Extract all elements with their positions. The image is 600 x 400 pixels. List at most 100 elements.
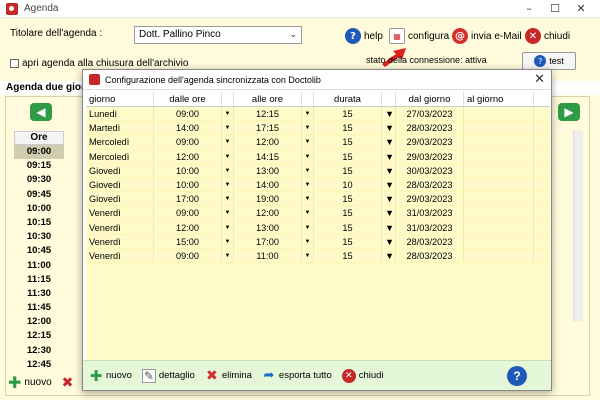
table-row[interactable]: Venerdì 09:00 ▼ 11:00 ▼ 15 ▼ 28/03/2023 — [86, 248, 550, 264]
dropdown-arrow-icon[interactable]: ▼ — [382, 135, 396, 149]
cell-duration[interactable]: 10 — [314, 177, 382, 192]
cell-duration[interactable]: 15 — [314, 220, 382, 234]
cell-from[interactable]: 15:00 — [154, 234, 222, 248]
cell-from-day[interactable]: 30/03/2023 — [396, 163, 464, 177]
dropdown-arrow-icon[interactable]: ▼ — [222, 163, 234, 177]
dropdown-arrow-icon[interactable]: ▼ — [222, 121, 234, 135]
dialog-chiudi-button[interactable]: ✕ chiudi — [341, 368, 384, 383]
hour-row[interactable]: 12:00 — [14, 315, 64, 329]
test-button[interactable]: ? test — [522, 52, 576, 70]
table-row[interactable]: Mercoledì 12:00 ▼ 14:15 ▼ 15 ▼ 29/03/2023 — [86, 149, 550, 164]
dropdown-arrow-icon[interactable]: ▼ — [302, 107, 314, 121]
cell-from-day[interactable]: 29/03/2023 — [396, 192, 464, 206]
dropdown-arrow-icon[interactable]: ▼ — [382, 121, 396, 135]
table-row[interactable]: Lunedì 09:00 ▼ 12:15 ▼ 15 ▼ 27/03/2023 — [86, 107, 550, 122]
next-day-button[interactable]: ▶ — [558, 103, 580, 121]
agenda-new-button[interactable]: ✚ nuovo ✖ — [8, 373, 73, 392]
cell-day[interactable]: Mercoledì — [86, 149, 154, 163]
hour-row[interactable]: 09:45 — [14, 188, 64, 202]
dropdown-arrow-icon[interactable]: ▼ — [302, 192, 314, 206]
cell-duration[interactable]: 15 — [314, 234, 382, 248]
dropdown-arrow-icon[interactable]: ▼ — [302, 234, 314, 248]
column-header-to-day[interactable]: al giorno — [464, 92, 534, 106]
hour-row[interactable]: 10:00 — [14, 202, 64, 216]
cell-from[interactable]: 12:00 — [154, 220, 222, 234]
dialog-close-button[interactable]: ✕ — [534, 72, 545, 87]
cell-duration[interactable]: 15 — [314, 163, 382, 177]
cell-from-day[interactable]: 29/03/2023 — [396, 149, 464, 163]
cell-duration[interactable]: 15 — [314, 107, 382, 121]
table-row[interactable]: Giovedì 10:00 ▼ 13:00 ▼ 15 ▼ 30/03/2023 — [86, 163, 550, 178]
cell-day[interactable]: Giovedì — [86, 192, 154, 206]
column-header-duration[interactable]: durata — [314, 92, 382, 106]
cell-from-day[interactable]: 28/03/2023 — [396, 234, 464, 248]
table-row[interactable]: Giovedì 17:00 ▼ 19:00 ▼ 15 ▼ 29/03/2023 — [86, 192, 550, 207]
hour-row[interactable]: 11:15 — [14, 273, 64, 287]
cell-from[interactable]: 10:00 — [154, 163, 222, 177]
dropdown-arrow-icon[interactable]: ▼ — [302, 248, 314, 263]
hour-row[interactable]: 09:00 — [14, 145, 64, 160]
delete-button[interactable]: ✖ elimina — [205, 368, 252, 384]
hour-row[interactable]: 10:15 — [14, 216, 64, 230]
cell-from[interactable]: 09:00 — [154, 248, 222, 263]
hour-row[interactable]: 12:30 — [14, 344, 64, 358]
dropdown-arrow-icon[interactable]: ▼ — [382, 234, 396, 248]
cell-to-day[interactable] — [464, 192, 534, 206]
cell-to-day[interactable] — [464, 248, 534, 263]
dropdown-arrow-icon[interactable]: ▼ — [222, 177, 234, 192]
cell-from-day[interactable]: 31/03/2023 — [396, 220, 464, 234]
dropdown-arrow-icon[interactable]: ▼ — [222, 149, 234, 163]
dropdown-arrow-icon[interactable]: ▼ — [222, 107, 234, 121]
cell-from-day[interactable]: 28/03/2023 — [396, 121, 464, 135]
dropdown-arrow-icon[interactable]: ▼ — [222, 135, 234, 149]
cell-from[interactable]: 12:00 — [154, 149, 222, 163]
hour-row[interactable]: 09:30 — [14, 173, 64, 187]
maximize-button[interactable]: ☐ — [542, 0, 568, 18]
hour-row[interactable]: 10:30 — [14, 230, 64, 244]
cell-to[interactable]: 12:15 — [234, 107, 302, 121]
dropdown-arrow-icon[interactable]: ▼ — [382, 149, 396, 163]
help-button[interactable]: ? help — [345, 26, 383, 46]
dropdown-arrow-icon[interactable]: ▼ — [382, 220, 396, 234]
cell-duration[interactable]: 15 — [314, 149, 382, 163]
column-header-day[interactable]: giorno — [86, 92, 154, 106]
cell-to-day[interactable] — [464, 206, 534, 220]
cell-day[interactable]: Venerdì — [86, 206, 154, 220]
cell-from-day[interactable]: 31/03/2023 — [396, 206, 464, 220]
cell-to[interactable]: 14:15 — [234, 149, 302, 163]
hour-row[interactable]: 11:00 — [14, 259, 64, 273]
cell-duration[interactable]: 15 — [314, 135, 382, 149]
cell-to-day[interactable] — [464, 177, 534, 192]
dropdown-arrow-icon[interactable]: ▼ — [222, 248, 234, 263]
cell-to-day[interactable] — [464, 149, 534, 163]
dropdown-arrow-icon[interactable]: ▼ — [382, 107, 396, 121]
detail-button[interactable]: ✎ dettaglio — [141, 368, 195, 383]
cell-day[interactable]: Venerdì — [86, 248, 154, 263]
cell-from[interactable]: 09:00 — [154, 206, 222, 220]
dropdown-arrow-icon[interactable]: ▼ — [302, 163, 314, 177]
chiudi-button[interactable]: ✕ chiudi — [525, 26, 570, 46]
hour-row[interactable]: 10:45 — [14, 244, 64, 258]
column-header-to[interactable]: alle ore — [234, 92, 302, 106]
hour-row[interactable]: 11:45 — [14, 301, 64, 315]
cell-day[interactable]: Venerdì — [86, 220, 154, 234]
column-header-from[interactable]: dalle ore — [154, 92, 222, 106]
send-email-button[interactable]: @ invia e-Mail — [452, 26, 522, 46]
cell-duration[interactable]: 15 — [314, 192, 382, 206]
table-row[interactable]: Venerdì 12:00 ▼ 13:00 ▼ 15 ▼ 31/03/2023 — [86, 220, 550, 235]
hour-row[interactable]: 09:15 — [14, 159, 64, 173]
cell-to-day[interactable] — [464, 220, 534, 234]
dropdown-arrow-icon[interactable]: ▼ — [302, 177, 314, 192]
cell-to-day[interactable] — [464, 107, 534, 121]
cell-to-day[interactable] — [464, 135, 534, 149]
dropdown-arrow-icon[interactable]: ▼ — [382, 177, 396, 192]
owner-select[interactable]: Dott. Pallino Pinco ⌄ — [134, 26, 302, 44]
window-close-button[interactable]: ✕ — [568, 0, 594, 18]
previous-day-button[interactable]: ◀ — [30, 103, 52, 121]
hour-row[interactable]: 12:15 — [14, 329, 64, 343]
cell-from[interactable]: 09:00 — [154, 107, 222, 121]
cell-duration[interactable]: 15 — [314, 206, 382, 220]
cell-from[interactable]: 17:00 — [154, 192, 222, 206]
table-row[interactable]: Mercoledì 09:00 ▼ 12:00 ▼ 15 ▼ 29/03/2023 — [86, 135, 550, 150]
cell-from[interactable]: 14:00 — [154, 121, 222, 135]
